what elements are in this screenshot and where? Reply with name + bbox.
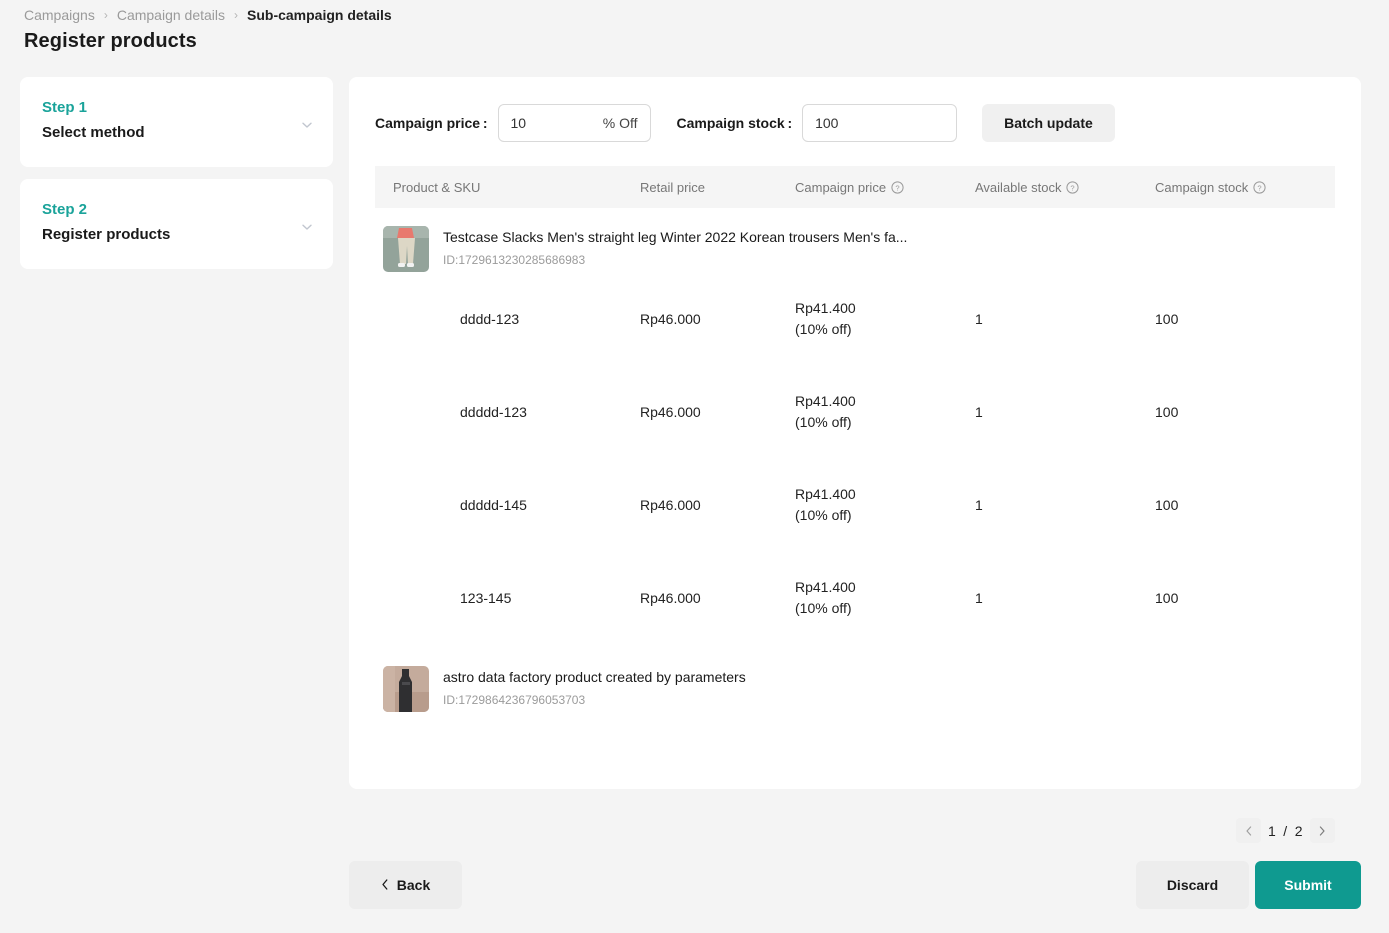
help-circle-icon[interactable]: ?	[1066, 180, 1080, 194]
product-meta: astro data factory product created by pa…	[429, 666, 746, 709]
campaign-stock-input[interactable]	[815, 115, 945, 131]
step-1-kicker: Step 1	[42, 99, 88, 116]
cell-sku: dddd-123	[460, 310, 520, 327]
product-photo-bottle	[383, 666, 429, 712]
step-2-kicker: Step 2	[42, 201, 88, 218]
cell-sku: 123-145	[460, 589, 512, 606]
product-group-header: astro data factory product created by pa…	[375, 644, 1335, 712]
cell-campaign-stock: 100	[1155, 403, 1179, 420]
page-title: Register products	[24, 30, 197, 52]
campaign-price-label: Campaign price :	[375, 115, 488, 131]
pagination-prev-button[interactable]	[1236, 818, 1261, 843]
product-meta: Testcase Slacks Men's straight leg Winte…	[429, 226, 907, 269]
chevron-left-icon	[381, 877, 389, 893]
step-card-register-products[interactable]: Step 2 Register products	[20, 179, 333, 269]
step-1-name: Select method	[42, 124, 145, 141]
campaign-stock-label: Campaign stock :	[676, 115, 793, 131]
product-photo-trousers	[383, 226, 429, 272]
product-name: Testcase Slacks Men's straight leg Winte…	[443, 229, 908, 245]
percent-off-suffix: % Off	[602, 115, 638, 131]
svg-text:?: ?	[1258, 183, 1262, 192]
pagination: 1 / 2	[1236, 818, 1335, 843]
breadcrumb-separator: ›	[234, 8, 238, 22]
svg-text:?: ?	[895, 183, 899, 192]
breadcrumb: Campaigns › Campaign details › Sub-campa…	[24, 5, 392, 25]
cell-available-stock: 1	[975, 310, 983, 327]
step-card-select-method[interactable]: Step 1 Select method	[20, 77, 333, 167]
product-id: ID:1729613230285686983	[443, 253, 586, 267]
form-actions: Back Discard Submit	[349, 861, 1361, 909]
column-header-retail-price: Retail price	[640, 179, 706, 195]
breadcrumb-item-sub-campaign-details: Sub-campaign details	[247, 7, 392, 23]
table-header-row: Product & SKU Retail price Campaign pric…	[375, 166, 1335, 208]
column-header-product-sku: Product & SKU	[393, 179, 481, 195]
cell-campaign-price: Rp41.400 (10% off)	[795, 485, 856, 523]
cell-campaign-price: Rp41.400 (10% off)	[795, 392, 856, 430]
back-button-label: Back	[396, 877, 431, 893]
cell-campaign-stock: 100	[1155, 310, 1179, 327]
table-row: ddddd-123 Rp46.000 Rp41.400 (10% off) 1 …	[375, 365, 1335, 458]
chevron-down-icon[interactable]	[301, 119, 313, 131]
pagination-total-pages: 2	[1294, 822, 1303, 839]
pagination-divider: /	[1283, 822, 1288, 839]
cell-campaign-stock: 100	[1155, 496, 1179, 513]
product-group-header: Testcase Slacks Men's straight leg Winte…	[375, 208, 1335, 272]
chevron-down-icon[interactable]	[301, 221, 313, 233]
submit-button[interactable]: Submit	[1255, 861, 1361, 909]
products-table: Product & SKU Retail price Campaign pric…	[375, 166, 1335, 712]
batch-toolbar: Campaign price : % Off Campaign stock : …	[349, 77, 1361, 142]
table-row: dddd-123 Rp46.000 Rp41.400 (10% off) 1 1…	[375, 272, 1335, 365]
product-name: astro data factory product created by pa…	[443, 669, 746, 685]
column-header-campaign-stock: Campaign stock ?	[1155, 180, 1335, 195]
column-header-campaign-price: Campaign price ?	[795, 180, 975, 195]
steps-rail: Step 1 Select method Step 2 Register pro…	[20, 77, 333, 281]
campaign-price-input[interactable]	[510, 115, 597, 131]
help-circle-icon[interactable]: ?	[891, 180, 904, 194]
cell-retail-price: Rp46.000	[640, 496, 701, 513]
cell-available-stock: 1	[975, 589, 983, 606]
cell-sku: ddddd-123	[460, 403, 527, 420]
register-products-page: Campaigns › Campaign details › Sub-campa…	[0, 0, 1389, 933]
cell-retail-price: Rp46.000	[640, 403, 701, 420]
cell-campaign-price: Rp41.400 (10% off)	[795, 299, 856, 337]
table-row: ddddd-145 Rp46.000 Rp41.400 (10% off) 1 …	[375, 458, 1335, 551]
cell-retail-price: Rp46.000	[640, 589, 701, 606]
campaign-stock-field[interactable]	[802, 104, 958, 142]
cell-sku: ddddd-145	[460, 496, 527, 513]
step-2-name: Register products	[42, 226, 171, 243]
cell-retail-price: Rp46.000	[640, 310, 701, 327]
pagination-next-button[interactable]	[1309, 818, 1335, 843]
pagination-current-page: 1	[1268, 822, 1277, 839]
column-header-available-stock: Available stock ?	[975, 180, 1155, 195]
product-id: ID:1729864236796053703	[443, 693, 586, 707]
breadcrumb-separator: ›	[103, 8, 108, 22]
help-circle-icon[interactable]: ?	[1253, 180, 1266, 194]
breadcrumb-item-campaign-details[interactable]: Campaign details	[117, 5, 225, 25]
cell-campaign-price: Rp41.400 (10% off)	[795, 578, 856, 616]
cell-available-stock: 1	[975, 496, 983, 513]
svg-text:?: ?	[1071, 183, 1075, 192]
cell-available-stock: 1	[975, 403, 983, 420]
back-button[interactable]: Back	[349, 861, 462, 909]
table-row: 123-145 Rp46.000 Rp41.400 (10% off) 1 10…	[375, 551, 1335, 644]
discard-button[interactable]: Discard	[1136, 861, 1249, 909]
batch-update-button[interactable]: Batch update	[982, 104, 1115, 142]
campaign-price-field[interactable]: % Off	[497, 104, 651, 142]
cell-campaign-stock: 100	[1155, 589, 1179, 606]
register-products-panel: Campaign price : % Off Campaign stock : …	[349, 77, 1361, 789]
breadcrumb-item-campaigns[interactable]: Campaigns	[24, 5, 95, 25]
